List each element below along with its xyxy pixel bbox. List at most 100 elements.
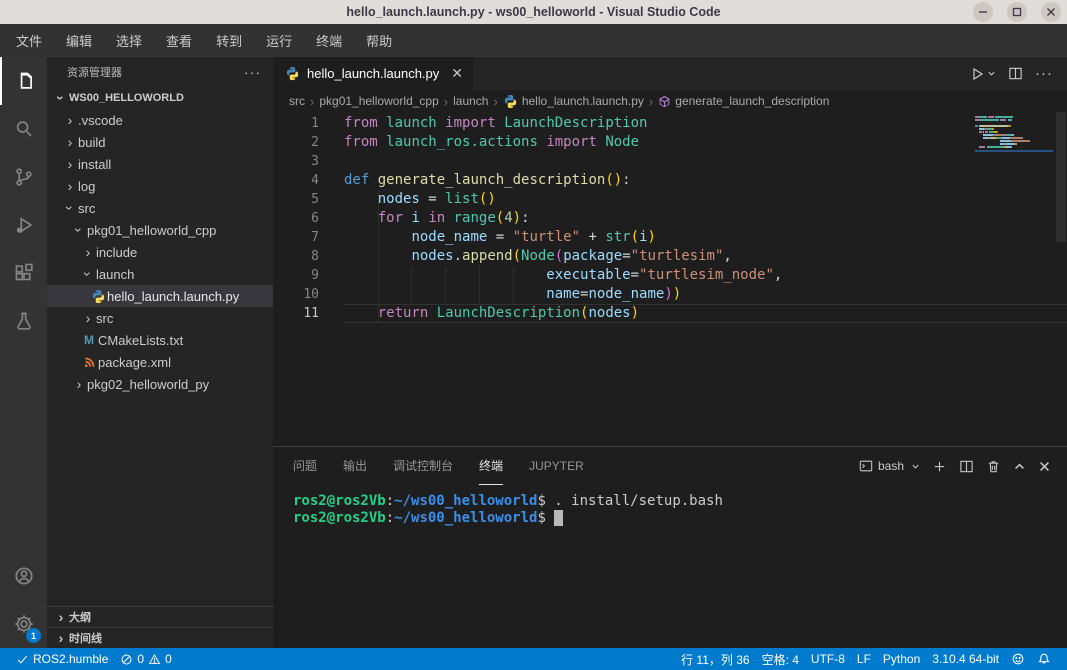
menu-查看[interactable]: 查看 [154, 26, 204, 55]
tree-item-install[interactable]: ›install [47, 153, 273, 175]
code-lines: 1from launch import LaunchDescription2fr… [273, 114, 1067, 323]
close-panel-icon[interactable] [1038, 460, 1051, 473]
tab-close-icon[interactable]: ✕ [451, 65, 463, 82]
tree-item-build[interactable]: ›build [47, 131, 273, 153]
menu-运行[interactable]: 运行 [254, 26, 304, 55]
panel-tab-问题[interactable]: 问题 [293, 447, 317, 485]
code-line-11[interactable]: 11 return LaunchDescription(nodes) [273, 304, 1067, 323]
more-actions-icon[interactable]: ··· [1035, 65, 1053, 82]
menu-终端[interactable]: 终端 [304, 26, 354, 55]
activity-accounts[interactable] [0, 552, 47, 600]
activity-bar: 1 [0, 57, 47, 648]
outline-section[interactable]: › 大纲 [47, 606, 273, 627]
menu-文件[interactable]: 文件 [4, 26, 54, 55]
terminal-shell-selector[interactable]: bash [859, 459, 920, 473]
activity-source-control[interactable] [0, 153, 47, 201]
breadcrumb-src[interactable]: src [289, 94, 305, 108]
tree-item-log[interactable]: ›log [47, 175, 273, 197]
tree-item-.vscode[interactable]: ›.vscode [47, 109, 273, 131]
check-icon [16, 653, 29, 666]
timeline-section[interactable]: › 时间线 [47, 627, 273, 648]
breadcrumb-launch[interactable]: launch [453, 94, 488, 108]
line-number: 6 [273, 209, 344, 228]
menu-帮助[interactable]: 帮助 [354, 26, 404, 55]
tree-item-src[interactable]: ›src [47, 197, 273, 219]
panel-tab-JUPYTER[interactable]: JUPYTER [529, 447, 584, 485]
tree-item-label: pkg01_helloworld_cpp [87, 223, 216, 238]
tree-item-label: package.xml [98, 355, 171, 370]
chevron-right-icon: › [62, 113, 78, 127]
tree-item-cmakelists.txt[interactable]: MCMakeLists.txt [47, 329, 273, 351]
sidebar-more-button[interactable]: ··· [244, 64, 261, 80]
minimap[interactable] [975, 116, 1053, 152]
tree-item-src[interactable]: ›src [47, 307, 273, 329]
close-button[interactable] [1041, 2, 1061, 22]
code-editor[interactable]: 1from launch import LaunchDescription2fr… [273, 112, 1067, 446]
code-line-9[interactable]: 9 executable="turtlesim_node", [273, 266, 1067, 285]
breadcrumb-pkg01_helloworld_cpp[interactable]: pkg01_helloworld_cpp [319, 94, 438, 108]
activity-settings[interactable]: 1 [0, 600, 47, 648]
activity-run-debug[interactable] [0, 201, 47, 249]
code-line-4[interactable]: 4def generate_launch_description(): [273, 171, 1067, 190]
activity-testing[interactable] [0, 297, 47, 345]
code-text: from launch import LaunchDescription [344, 114, 1067, 133]
problems-status-item[interactable]: 0 0 [114, 648, 177, 670]
code-line-1[interactable]: 1from launch import LaunchDescription [273, 114, 1067, 133]
new-terminal-icon[interactable] [932, 459, 947, 474]
tree-item-ws00_helloworld[interactable]: ›WS00_HELLOWORLD [47, 87, 273, 109]
activity-extensions[interactable] [0, 249, 47, 297]
code-line-7[interactable]: 7 node_name = "turtle" + str(i) [273, 228, 1067, 247]
line-number: 5 [273, 190, 344, 209]
panel-tab-调试控制台[interactable]: 调试控制台 [393, 447, 453, 485]
maximize-button[interactable] [1007, 2, 1027, 22]
code-line-3[interactable]: 3 [273, 152, 1067, 171]
panel-tab-终端[interactable]: 终端 [479, 447, 503, 485]
code-line-8[interactable]: 8 nodes.append(Node(package="turtlesim", [273, 247, 1067, 266]
encoding-item[interactable]: UTF-8 [805, 648, 851, 670]
code-line-6[interactable]: 6 for i in range(4): [273, 209, 1067, 228]
split-panel-icon[interactable] [959, 459, 974, 474]
tab-hello-launch[interactable]: hello_launch.launch.py ✕ [273, 57, 473, 90]
panel-actions: bash [859, 459, 1067, 474]
activity-search[interactable] [0, 105, 47, 153]
code-line-10[interactable]: 10 name=node_name)) [273, 285, 1067, 304]
chevron-down-icon [911, 462, 920, 471]
code-line-5[interactable]: 5 nodes = list() [273, 190, 1067, 209]
tree-item-label: log [78, 179, 95, 194]
minimize-button[interactable] [973, 2, 993, 22]
xml-feed-icon [83, 356, 96, 369]
run-icon [969, 66, 985, 82]
editor-scrollbar[interactable] [1055, 112, 1067, 446]
notifications-item[interactable] [1031, 648, 1057, 670]
interpreter-item[interactable]: 3.10.4 64-bit [926, 648, 1005, 670]
menu-转到[interactable]: 转到 [204, 26, 254, 55]
eol-item[interactable]: LF [851, 648, 877, 670]
run-python-button[interactable] [969, 66, 996, 82]
tree-item-launch[interactable]: ›launch [47, 263, 273, 285]
code-text: node_name = "turtle" + str(i) [344, 228, 1067, 247]
indentation-item[interactable]: 空格: 4 [756, 648, 805, 670]
code-line-2[interactable]: 2from launch_ros.actions import Node [273, 133, 1067, 152]
cursor-position-item[interactable]: 行 11，列 36 [675, 648, 755, 670]
kill-terminal-trash-icon[interactable] [986, 459, 1001, 474]
breadcrumb-hello_launch.launch.py[interactable]: hello_launch.launch.py [503, 94, 644, 109]
split-editor-icon[interactable] [1008, 66, 1023, 81]
code-text: name=node_name)) [344, 285, 1067, 304]
tree-item-hello_launch.launch.py[interactable]: hello_launch.launch.py [47, 285, 273, 307]
ros-status-item[interactable]: ROS2.humble [10, 648, 114, 670]
feedback-item[interactable] [1005, 648, 1031, 670]
tree-item-package.xml[interactable]: package.xml [47, 351, 273, 373]
terminal[interactable]: ros2@ros2Vb:~/ws00_helloworld$ . install… [273, 485, 1067, 648]
sidebar-header: 资源管理器 ··· [47, 57, 273, 87]
panel-tab-输出[interactable]: 输出 [343, 447, 367, 485]
tree-item-pkg01_helloworld_cpp[interactable]: ›pkg01_helloworld_cpp [47, 219, 273, 241]
breadcrumb-generate_launch_description[interactable]: generate_launch_description [658, 94, 829, 108]
activity-explorer[interactable] [0, 57, 47, 105]
tree-item-pkg02_helloworld_py[interactable]: ›pkg02_helloworld_py [47, 373, 273, 395]
xml-file-icon [80, 356, 98, 369]
language-item[interactable]: Python [877, 648, 926, 670]
menu-编辑[interactable]: 编辑 [54, 26, 104, 55]
tree-item-include[interactable]: ›include [47, 241, 273, 263]
menu-选择[interactable]: 选择 [104, 26, 154, 55]
maximize-panel-icon[interactable] [1013, 460, 1026, 473]
